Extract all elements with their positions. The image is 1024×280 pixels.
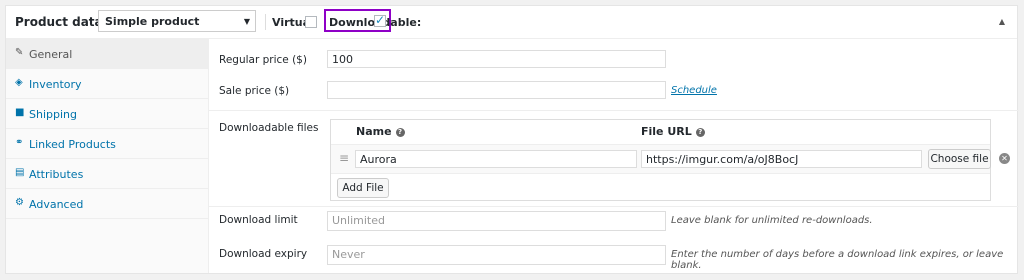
truck-icon: ■ bbox=[15, 107, 25, 118]
help-icon[interactable]: ? bbox=[695, 128, 705, 137]
download-limit-label: Download limit bbox=[219, 214, 298, 226]
help-icon[interactable]: ? bbox=[395, 128, 405, 137]
list-icon: ▤ bbox=[15, 167, 25, 178]
product-data-tabs: ✎ General ◈ Inventory ■ Shipping ⚭ Linke… bbox=[6, 39, 209, 273]
tab-label: Inventory bbox=[29, 78, 82, 91]
download-expiry-input[interactable]: Never bbox=[327, 245, 666, 265]
section-divider bbox=[209, 110, 1019, 111]
downloadable-checkbox[interactable]: ✓ bbox=[374, 13, 386, 27]
link-icon: ⚭ bbox=[15, 137, 24, 148]
tab-label: Shipping bbox=[29, 108, 77, 121]
regular-price-value: 100 bbox=[332, 53, 353, 66]
tag-icon: ◈ bbox=[15, 77, 23, 88]
checkmark-icon: ✓ bbox=[375, 13, 386, 27]
schedule-link[interactable]: Schedule bbox=[671, 85, 717, 96]
tab-attributes[interactable]: ▤ Attributes bbox=[6, 159, 209, 189]
url-column-header: File URL? bbox=[641, 125, 705, 138]
download-expiry-label: Download expiry bbox=[219, 248, 308, 260]
regular-price-label: Regular price ($) bbox=[219, 54, 307, 66]
product-type-select[interactable]: Simple product ▼ bbox=[98, 10, 256, 32]
wrench-icon: ✎ bbox=[15, 47, 24, 58]
file-url-value: https://imgur.com/a/oJ8BocJ bbox=[646, 153, 799, 166]
download-limit-hint: Leave blank for unlimited re-downloads. bbox=[671, 215, 873, 226]
tab-label: Advanced bbox=[29, 198, 84, 211]
regular-price-input[interactable]: 100 bbox=[327, 50, 666, 68]
tab-label: Attributes bbox=[29, 168, 84, 181]
download-expiry-placeholder: Never bbox=[332, 248, 365, 261]
sale-price-input[interactable] bbox=[327, 81, 666, 99]
add-file-button[interactable]: Add File bbox=[337, 178, 389, 198]
file-name-value: Aurora bbox=[360, 153, 397, 166]
product-type-value: Simple product bbox=[105, 15, 200, 28]
tab-general[interactable]: ✎ General bbox=[6, 39, 209, 69]
table-row: ≡ Aurora https://imgur.com/a/oJ8BocJ Cho… bbox=[331, 144, 1010, 174]
sale-price-label: Sale price ($) bbox=[219, 85, 290, 97]
downloadable-files-table: Name? File URL? ≡ Aurora https://imgur.c… bbox=[330, 119, 1010, 201]
product-data-panel: Product data — Simple product ▼ Virtual:… bbox=[5, 5, 1019, 274]
drag-handle-icon[interactable]: ≡ bbox=[339, 151, 349, 165]
file-name-input[interactable]: Aurora bbox=[355, 150, 637, 168]
tab-linked-products[interactable]: ⚭ Linked Products bbox=[6, 129, 209, 159]
gear-icon: ⚙ bbox=[15, 197, 24, 208]
tab-inventory[interactable]: ◈ Inventory bbox=[6, 69, 209, 99]
remove-row-icon[interactable]: ✕ bbox=[999, 153, 1010, 164]
tab-label: General bbox=[29, 48, 73, 61]
download-expiry-hint: Enter the number of days before a downlo… bbox=[671, 249, 1004, 271]
collapse-toggle-icon[interactable]: ▲ bbox=[999, 17, 1005, 26]
download-limit-input[interactable]: Unlimited bbox=[327, 211, 666, 231]
file-url-input[interactable]: https://imgur.com/a/oJ8BocJ bbox=[641, 150, 922, 168]
section-divider bbox=[209, 206, 1019, 207]
name-column-header: Name? bbox=[356, 125, 405, 138]
tab-shipping[interactable]: ■ Shipping bbox=[6, 99, 209, 129]
download-limit-placeholder: Unlimited bbox=[332, 214, 385, 227]
tab-advanced[interactable]: ⚙ Advanced bbox=[6, 189, 209, 219]
header-divider bbox=[265, 14, 266, 30]
panel-header: Product data — Simple product ▼ Virtual:… bbox=[6, 6, 1017, 39]
dropdown-arrow-icon: ▼ bbox=[243, 17, 250, 26]
choose-file-button[interactable]: Choose file bbox=[928, 149, 991, 169]
downloadable-files-label: Downloadable files bbox=[219, 122, 319, 134]
virtual-checkbox[interactable] bbox=[305, 16, 317, 28]
tab-label: Linked Products bbox=[29, 138, 116, 151]
